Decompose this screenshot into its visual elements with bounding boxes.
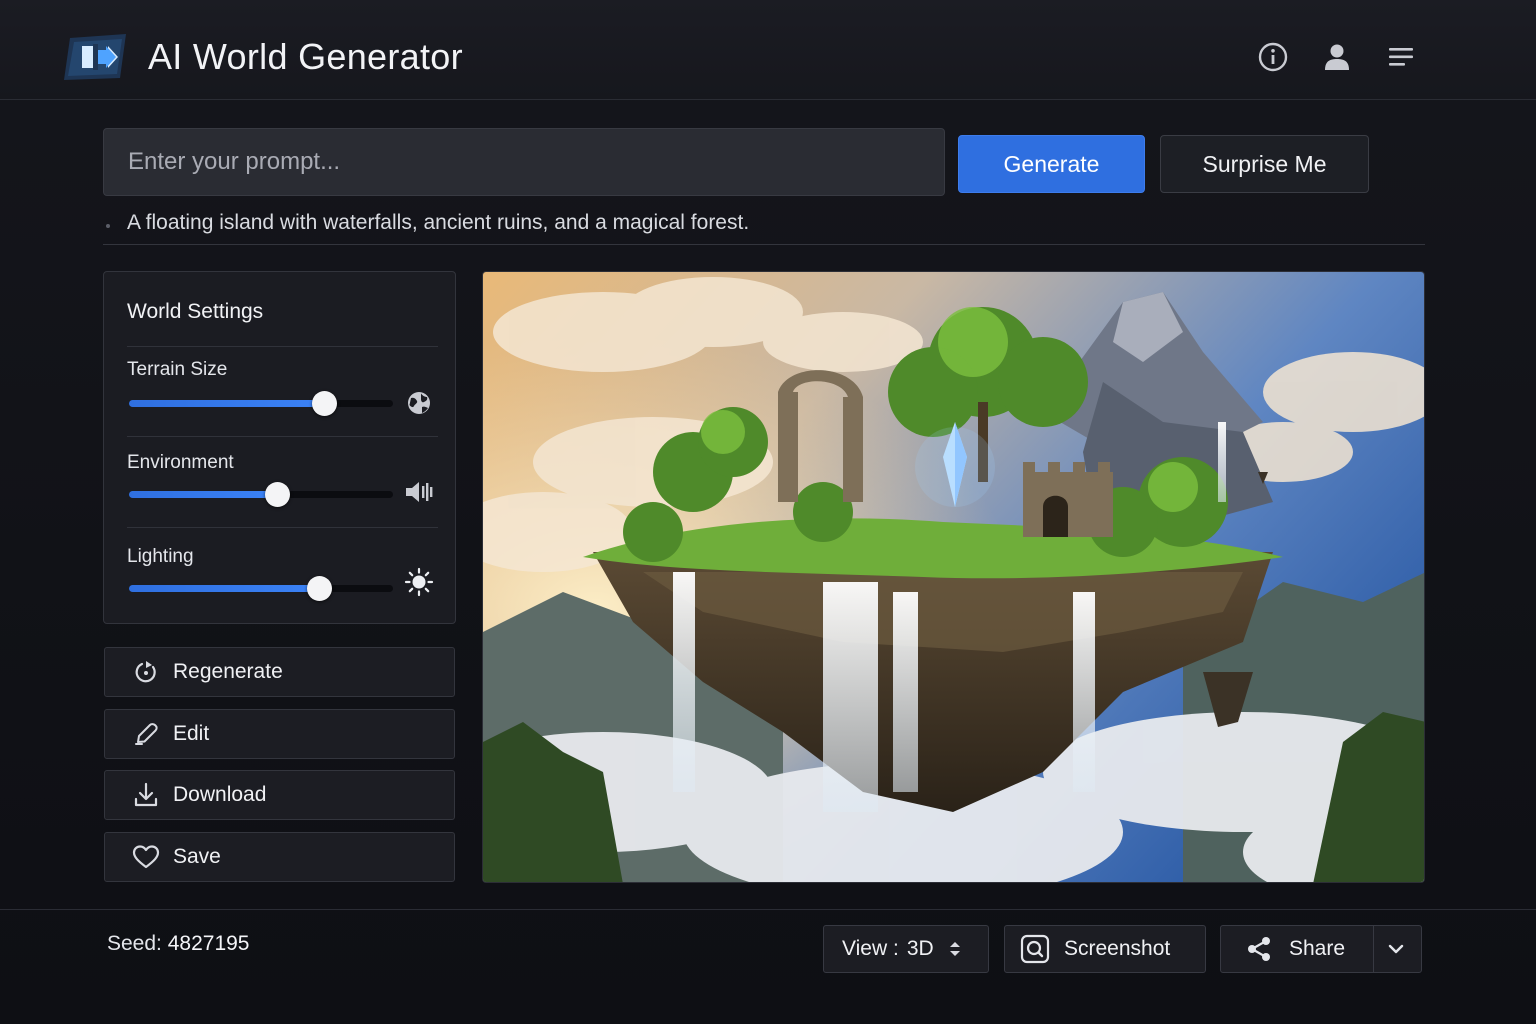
lighting-slider[interactable]: [129, 576, 393, 601]
edit-icon: [131, 719, 161, 749]
download-button[interactable]: Download: [104, 770, 455, 820]
seed-label: Seed:: [107, 932, 162, 955]
menu-icon[interactable]: [1384, 40, 1418, 74]
screenshot-button[interactable]: Screenshot: [1004, 925, 1206, 973]
sun-icon: [404, 567, 434, 597]
terrain-size-label: Terrain Size: [127, 359, 228, 380]
world-settings-title: World Settings: [127, 300, 264, 323]
terrain-size-slider[interactable]: [129, 391, 393, 416]
view-value: 3D: [906, 937, 934, 960]
generated-world-image[interactable]: [482, 271, 1425, 883]
slider-fill: [129, 491, 277, 498]
lighting-label: Lighting: [127, 546, 194, 567]
environment-slider[interactable]: [129, 482, 393, 507]
info-icon[interactable]: [1256, 40, 1290, 74]
share-label: Share: [1289, 937, 1346, 960]
heart-icon: [131, 842, 161, 872]
share-icon: [1245, 935, 1273, 963]
download-icon: [131, 780, 161, 810]
seed-display: Seed: 4827195: [107, 932, 250, 956]
world-settings-panel: World Settings Terrain Size Environment …: [103, 271, 456, 624]
save-label: Save: [173, 845, 221, 868]
divider: [103, 244, 1425, 245]
generate-button[interactable]: Generate: [958, 135, 1145, 193]
regenerate-icon: [131, 657, 161, 687]
speaker-icon: [404, 477, 434, 507]
app-header: AI World Generator: [0, 0, 1536, 100]
slider-thumb[interactable]: [312, 391, 338, 416]
slider-fill: [129, 400, 325, 407]
view-mode-select[interactable]: View : 3D: [823, 925, 989, 973]
globe-icon: [404, 388, 434, 418]
prompt-bullet: [106, 224, 110, 228]
divider: [1373, 926, 1374, 972]
app-title: AI World Generator: [148, 36, 463, 77]
divider: [127, 346, 438, 347]
seed-value: 4827195: [167, 932, 250, 955]
divider: [127, 436, 438, 437]
sort-arrows-icon: [948, 939, 962, 959]
chevron-down-icon[interactable]: [1385, 938, 1407, 960]
view-label: View :: [842, 937, 899, 960]
regenerate-button[interactable]: Regenerate: [104, 647, 455, 697]
regenerate-label: Regenerate: [173, 660, 283, 683]
user-icon[interactable]: [1320, 40, 1354, 74]
current-prompt-text: A floating island with waterfalls, ancie…: [127, 211, 750, 234]
footer-divider: [0, 909, 1536, 910]
download-label: Download: [173, 783, 267, 806]
environment-label: Environment: [127, 452, 234, 473]
screenshot-label: Screenshot: [1064, 937, 1171, 960]
divider: [127, 527, 438, 528]
surprise-me-button[interactable]: Surprise Me: [1160, 135, 1369, 193]
slider-thumb[interactable]: [264, 482, 290, 507]
edit-button[interactable]: Edit: [104, 709, 455, 759]
prompt-input[interactable]: [103, 128, 945, 196]
slider-fill: [129, 585, 320, 592]
edit-label: Edit: [173, 722, 210, 745]
app-logo-icon: [60, 30, 132, 84]
share-button[interactable]: Share: [1220, 925, 1422, 973]
screenshot-icon: [1020, 934, 1050, 964]
slider-thumb[interactable]: [307, 576, 333, 601]
save-button[interactable]: Save: [104, 832, 455, 882]
